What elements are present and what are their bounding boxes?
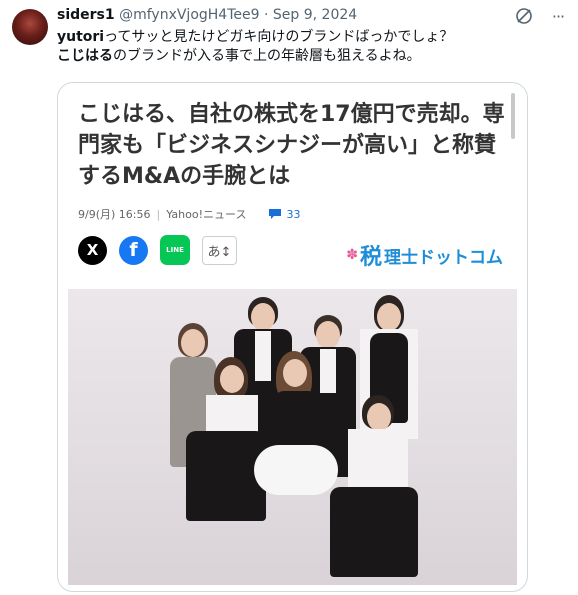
mention-yutori: yutori [57, 29, 105, 45]
meta-divider: | [156, 207, 161, 221]
line-share-icon: LINE [160, 235, 190, 265]
zeirishi-dotcom-logo: ✽ 税 理士ドットコム [346, 239, 503, 271]
tweet-header: siders1 @mfynxVjogH4Tee9 · Sep 9, 2024 [57, 6, 357, 24]
scrollbar [511, 93, 515, 139]
display-name[interactable]: siders1 [57, 7, 115, 23]
separator: · [263, 7, 269, 23]
logo-tax-char: 税 [359, 245, 382, 270]
tweet-text: yutoriってサッと見たけどガキ向けのブランドばっかでしょ？ こじはるのブラン… [57, 28, 557, 66]
article-date: 9/9(月) 16:56 [78, 208, 151, 221]
facebook-share-icon: f [119, 235, 148, 265]
tweet-line-1-rest: ってサッと見たけどガキ向けのブランドばっかでしょ？ [104, 29, 454, 45]
logo-mark: ✽ [346, 247, 358, 263]
comment-icon [269, 209, 282, 219]
font-size-icon: あ↕ [202, 235, 237, 265]
share-buttons: X f LINE あ↕ [78, 235, 237, 265]
comment-count: 33 [268, 208, 300, 221]
comment-count-value: 33 [286, 207, 301, 221]
article-meta: 9/9(月) 16:56 | Yahoo!ニュース 33 [78, 206, 300, 222]
article-source: Yahoo!ニュース [166, 208, 247, 221]
x-share-icon: X [78, 235, 107, 265]
mention-kojiharu: こじはる [57, 48, 113, 64]
group-photo [68, 289, 517, 585]
avatar[interactable] [12, 9, 48, 45]
article-headline: こじはる、自社の株式を17億円で売却。専門家も「ビジネスシナジーが高い」と称賛す… [78, 102, 505, 189]
tweet-actions: ··· [514, 6, 568, 26]
tweet-line-2-rest: のブランドが入る事で上の年齢層も狙えるよね。 [113, 48, 421, 64]
handle[interactable]: @mfynxVjogH4Tee9 [119, 7, 259, 23]
logo-rest: 理士ドットコム [384, 247, 503, 268]
tweet-line-1: yutoriってサッと見たけどガキ向けのブランドばっかでしょ？ [57, 28, 557, 47]
article-screenshot: こじはる、自社の株式を17億円で売却。専門家も「ビジネスシナジーが高い」と称賛す… [68, 89, 517, 585]
more-icon[interactable]: ··· [548, 6, 568, 26]
tweet-line-2: こじはるのブランドが入る事で上の年齢層も狙えるよね。 [57, 47, 557, 66]
grok-icon[interactable] [514, 6, 534, 26]
tweet-date[interactable]: Sep 9, 2024 [273, 7, 357, 23]
attached-image-card[interactable]: こじはる、自社の株式を17億円で売却。専門家も「ビジネスシナジーが高い」と称賛す… [57, 82, 528, 592]
